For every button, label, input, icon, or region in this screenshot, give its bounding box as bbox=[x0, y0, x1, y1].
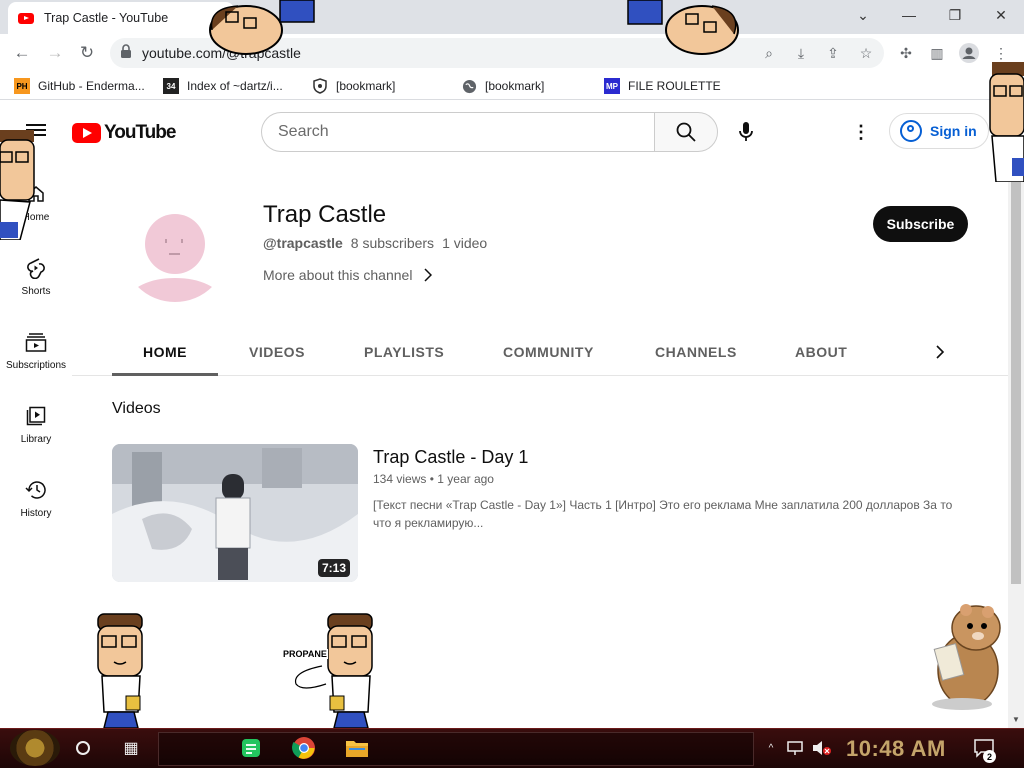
cartoon-character-sticker bbox=[282, 612, 382, 729]
voice-search-button[interactable] bbox=[734, 120, 758, 144]
youtube-play-logo-icon bbox=[72, 123, 101, 143]
side-panel-icon[interactable]: ▥ bbox=[926, 42, 948, 64]
scroll-down-arrow-icon[interactable]: ▼ bbox=[1008, 712, 1024, 726]
cartoon-character-sticker bbox=[986, 62, 1024, 183]
shield-favicon-icon bbox=[312, 78, 328, 94]
search-button[interactable] bbox=[654, 112, 718, 152]
reload-button[interactable]: ↻ bbox=[75, 41, 99, 65]
bookmark-item[interactable]: [bookmark] bbox=[461, 77, 544, 95]
board-favicon-icon: 34 bbox=[163, 78, 179, 94]
subscriber-count: 8 subscribers bbox=[350, 235, 435, 251]
propane-sticker-label: PROPANE bbox=[282, 649, 328, 659]
video-description: [Текст песни «Trap Castle - Day 1»] Част… bbox=[373, 498, 953, 530]
zoom-search-icon[interactable]: ⌕ bbox=[758, 42, 780, 64]
library-icon bbox=[24, 404, 48, 428]
active-tab-indicator bbox=[112, 373, 218, 376]
youtube-favicon-icon bbox=[18, 12, 34, 24]
subscribe-button[interactable]: Subscribe bbox=[873, 206, 968, 242]
share-icon[interactable]: ⇪ bbox=[822, 42, 844, 64]
channel-handle: @trapcastle bbox=[263, 235, 343, 251]
subscriptions-icon bbox=[24, 330, 48, 354]
tab-home[interactable]: HOME bbox=[143, 344, 187, 360]
cartoon-character-sticker bbox=[624, 0, 746, 60]
bookmark-item[interactable]: MP FILE ROULETTE bbox=[604, 77, 721, 95]
pornhub-favicon-icon: PH bbox=[14, 78, 30, 94]
search-placeholder: Search bbox=[278, 123, 329, 140]
video-duration-badge: 7:13 bbox=[318, 559, 351, 577]
back-button[interactable]: ← bbox=[10, 41, 34, 65]
chrome-taskbar-icon[interactable] bbox=[289, 734, 319, 762]
taskbar-clock[interactable]: 10:48 AM bbox=[846, 736, 946, 762]
lock-icon[interactable] bbox=[120, 44, 134, 60]
channel-meta: @trapcastle 8 subscribers 1 video bbox=[263, 235, 487, 251]
tab-search-chevron-icon[interactable]: ⌄ bbox=[840, 0, 886, 30]
sidebar-item-shorts[interactable]: Shorts bbox=[0, 256, 72, 316]
youtube-logo[interactable]: YouTube bbox=[72, 122, 176, 144]
cartoon-character-sticker bbox=[0, 130, 40, 241]
settings-menu-icon[interactable]: ⋮ bbox=[850, 120, 872, 144]
globe-icon bbox=[461, 78, 477, 94]
volume-muted-icon[interactable] bbox=[810, 734, 834, 762]
cartoon-character-sticker bbox=[94, 612, 148, 729]
more-about-channel-link[interactable]: More about this channel bbox=[263, 267, 433, 283]
sidebar-item-history[interactable]: History bbox=[0, 478, 72, 538]
chrome-menu-icon[interactable]: ⋮ bbox=[990, 42, 1012, 64]
sidebar-item-subscriptions[interactable]: Subscriptions bbox=[0, 330, 72, 390]
bookmark-item[interactable]: 34 Index of ~dartz/i... bbox=[163, 77, 283, 95]
history-icon bbox=[24, 478, 48, 502]
tab-title: Trap Castle - YouTube bbox=[44, 11, 169, 25]
start-button[interactable] bbox=[10, 730, 60, 766]
video-count: 1 video bbox=[442, 235, 488, 251]
tab-playlists[interactable]: PLAYLISTS bbox=[364, 344, 444, 360]
file-roulette-favicon-icon: MP bbox=[604, 78, 620, 94]
profile-avatar-icon[interactable] bbox=[958, 42, 980, 64]
account-icon bbox=[900, 120, 922, 142]
bookmark-item[interactable]: PH GitHub - Enderma... bbox=[14, 77, 145, 95]
tab-community[interactable]: COMMUNITY bbox=[503, 344, 594, 360]
show-hidden-icons-icon[interactable]: ^ bbox=[762, 734, 780, 762]
chevron-right-icon bbox=[424, 268, 433, 282]
minimize-button[interactable]: — bbox=[886, 0, 932, 30]
scrollbar-thumb[interactable] bbox=[1011, 164, 1021, 584]
tab-videos[interactable]: VIDEOS bbox=[249, 344, 305, 360]
forward-button[interactable]: → bbox=[43, 41, 67, 65]
file-explorer-icon[interactable] bbox=[342, 734, 372, 762]
video-title-link[interactable]: Trap Castle - Day 1 bbox=[373, 447, 528, 468]
tabs-next-button[interactable] bbox=[928, 340, 952, 364]
hamster-sticker bbox=[918, 600, 1008, 712]
restore-button[interactable]: ❐ bbox=[932, 0, 978, 30]
video-meta: 134 views • 1 year ago bbox=[373, 472, 494, 486]
cortana-circle-icon[interactable] bbox=[68, 734, 98, 762]
task-view-icon[interactable]: ▦ bbox=[116, 734, 146, 762]
tab-channels[interactable]: CHANNELS bbox=[655, 344, 737, 360]
bookmark-star-icon[interactable]: ☆ bbox=[855, 42, 877, 64]
bookmark-item[interactable]: [bookmark] bbox=[312, 77, 395, 95]
channel-name: Trap Castle bbox=[263, 201, 387, 228]
video-age: 1 year ago bbox=[437, 472, 494, 486]
search-icon bbox=[676, 122, 696, 142]
chevron-right-icon bbox=[935, 345, 944, 359]
close-window-button[interactable]: ✕ bbox=[978, 0, 1024, 30]
notification-count-badge: 2 bbox=[983, 750, 996, 763]
sidebar-item-library[interactable]: Library bbox=[0, 404, 72, 464]
video-views: 134 views bbox=[373, 472, 427, 486]
videos-section-title: Videos bbox=[112, 400, 161, 417]
sign-in-button[interactable]: Sign in bbox=[889, 113, 989, 149]
cartoon-character-sticker bbox=[198, 0, 318, 60]
install-app-icon[interactable]: ⤓ bbox=[790, 42, 812, 64]
extensions-puzzle-icon[interactable]: ✣ bbox=[895, 42, 917, 64]
notes-app-icon[interactable] bbox=[236, 734, 266, 762]
channel-avatar bbox=[122, 196, 228, 302]
network-icon[interactable] bbox=[784, 734, 808, 762]
shorts-icon bbox=[24, 256, 48, 280]
tab-about[interactable]: ABOUT bbox=[795, 344, 847, 360]
microphone-icon bbox=[739, 122, 753, 141]
